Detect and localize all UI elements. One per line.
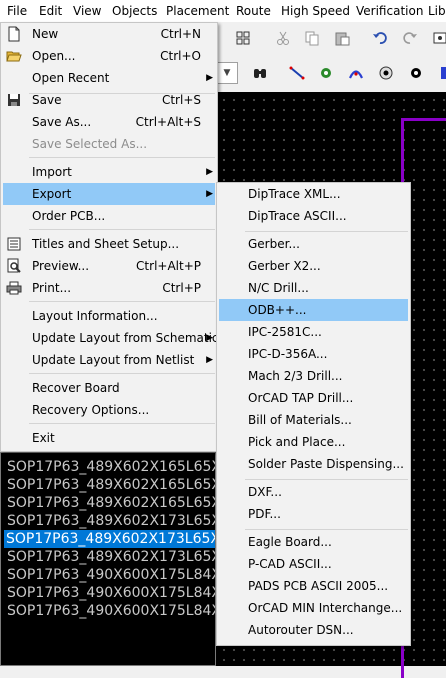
- export-item-ipc-d-356a[interactable]: IPC-D-356A...: [219, 343, 408, 365]
- menu-edit[interactable]: Edit: [39, 3, 62, 19]
- route-line-icon[interactable]: [286, 62, 308, 84]
- export-item-gerber-x2[interactable]: Gerber X2...: [219, 255, 408, 277]
- menu-separator: [29, 157, 215, 158]
- menu-item-print[interactable]: Print... Ctrl+P: [3, 277, 215, 299]
- export-submenu: DipTrace XML... DipTrace ASCII... Gerber…: [216, 182, 411, 646]
- menu-view[interactable]: View: [73, 3, 101, 19]
- list-item[interactable]: SOP17P63_489X602X165L65X2: [5, 458, 215, 476]
- redo-icon[interactable]: [399, 27, 421, 49]
- export-item-pcad-ascii[interactable]: P-CAD ASCII...: [219, 553, 408, 575]
- zoom-combo-dropdown[interactable]: ▼: [216, 62, 238, 84]
- export-item-diptrace-xml[interactable]: DipTrace XML...: [219, 183, 408, 205]
- export-item-orcad-min[interactable]: OrCAD MIN Interchange...: [219, 597, 408, 619]
- paste-icon[interactable]: [331, 27, 353, 49]
- print-preview-icon: [7, 258, 21, 273]
- settings-icon[interactable]: [429, 27, 446, 49]
- chevron-down-icon: ▼: [223, 68, 231, 78]
- menu-file[interactable]: File: [7, 3, 27, 19]
- menu-item-recovery-options[interactable]: Recovery Options...: [3, 399, 215, 421]
- menu-item-update-from-schematic[interactable]: Update Layout from Schematic ▶: [3, 327, 219, 349]
- menu-separator: [29, 229, 215, 230]
- list-item[interactable]: SOP17P63_489X602X165L65X2: [5, 494, 215, 512]
- menu-item-open-recent[interactable]: Open Recent ▶: [3, 67, 215, 89]
- export-item-odb[interactable]: ODB++...: [219, 299, 408, 321]
- menu-objects[interactable]: Objects: [112, 3, 157, 19]
- menu-item-recover-board[interactable]: Recover Board: [3, 377, 215, 399]
- toolbar: [216, 22, 446, 93]
- list-item[interactable]: SOP17P63_490X600X175L84X2: [5, 566, 215, 584]
- menu-library[interactable]: Lib: [428, 3, 446, 19]
- menu-separator: [29, 301, 215, 302]
- menu-item-titles-sheet-setup[interactable]: Titles and Sheet Setup...: [3, 233, 215, 255]
- file-menu: New Ctrl+N Open... Ctrl+O Open Recent ▶ …: [0, 22, 219, 452]
- menu-separator: [29, 373, 215, 374]
- export-item-dxf[interactable]: DXF...: [219, 481, 408, 503]
- menu-item-save-as[interactable]: Save As... Ctrl+Alt+S: [3, 111, 215, 133]
- list-item-selected[interactable]: SOP17P63_489X602X173L65X2: [4, 530, 215, 548]
- arc-icon[interactable]: [345, 62, 367, 84]
- menu-item-new[interactable]: New Ctrl+N: [3, 23, 215, 45]
- menu-bar: File Edit View Objects Placement Route H…: [0, 0, 446, 23]
- menu-separator: [245, 529, 408, 530]
- export-item-diptrace-ascii[interactable]: DipTrace ASCII...: [219, 205, 408, 227]
- menu-item-layout-information[interactable]: Layout Information...: [3, 305, 215, 327]
- menu-item-update-from-netlist[interactable]: Update Layout from Netlist ▶: [3, 349, 215, 371]
- grid-view-icon[interactable]: [232, 27, 254, 49]
- menu-route[interactable]: Route: [236, 3, 271, 19]
- export-item-nc-drill[interactable]: N/C Drill...: [219, 277, 408, 299]
- export-item-eagle-board[interactable]: Eagle Board...: [219, 531, 408, 553]
- menu-verification[interactable]: Verification: [356, 3, 423, 19]
- menu-item-order-pcb[interactable]: Order PCB...: [3, 205, 215, 227]
- menu-item-save[interactable]: Save Ctrl+S: [3, 89, 215, 111]
- export-item-orcad-tap-drill[interactable]: OrCAD TAP Drill...: [219, 387, 408, 409]
- submenu-arrow-icon: ▶: [206, 189, 213, 199]
- export-item-pdf[interactable]: PDF...: [219, 503, 408, 525]
- menu-separator: [245, 231, 408, 232]
- menu-item-preview[interactable]: Preview... Ctrl+Alt+P: [3, 255, 215, 277]
- copy-icon[interactable]: [301, 27, 323, 49]
- export-item-bill-of-materials[interactable]: Bill of Materials...: [219, 409, 408, 431]
- export-item-ipc-2581c[interactable]: IPC-2581C...: [219, 321, 408, 343]
- submenu-arrow-icon: ▶: [206, 167, 213, 177]
- list-item[interactable]: SOP17P63_490X600X175L84X2: [5, 602, 215, 620]
- list-item[interactable]: SOP17P63_490X600X175L84X2: [5, 584, 215, 602]
- export-item-pick-and-place[interactable]: Pick and Place...: [219, 431, 408, 453]
- menu-item-import[interactable]: Import ▶: [3, 161, 215, 183]
- submenu-arrow-icon: ▶: [206, 333, 213, 343]
- pattern-list[interactable]: SOP17P63_489X602X165L65X2 SOP17P63_489X6…: [0, 452, 216, 666]
- menu-item-exit[interactable]: Exit: [3, 427, 215, 449]
- undo-icon[interactable]: [369, 27, 391, 49]
- submenu-arrow-icon: ▶: [206, 355, 213, 365]
- menu-placement[interactable]: Placement: [166, 3, 229, 19]
- via-icon[interactable]: [315, 62, 337, 84]
- list-item[interactable]: SOP17P63_489X602X173L65X2: [5, 548, 215, 566]
- menu-item-open[interactable]: Open... Ctrl+O: [3, 45, 215, 67]
- printer-icon: [6, 281, 22, 295]
- pin-icon[interactable]: [405, 62, 427, 84]
- submenu-arrow-icon: ▶: [206, 73, 213, 83]
- menu-separator: [29, 423, 215, 424]
- save-disk-icon: [8, 94, 20, 106]
- sheet-setup-icon: [7, 237, 21, 251]
- pad-icon[interactable]: [375, 62, 397, 84]
- export-item-solder-paste[interactable]: Solder Paste Dispensing...: [219, 453, 408, 475]
- menu-item-export[interactable]: Export ▶: [3, 183, 215, 205]
- menu-separator: [245, 479, 408, 480]
- list-item[interactable]: SOP17P63_489X602X173L65X2: [5, 512, 215, 530]
- export-item-mach-drill[interactable]: Mach 2/3 Drill...: [219, 365, 408, 387]
- dimension-icon[interactable]: [434, 62, 446, 84]
- export-item-gerber[interactable]: Gerber...: [219, 233, 408, 255]
- export-item-autorouter-dsn[interactable]: Autorouter DSN...: [219, 619, 408, 641]
- list-item[interactable]: SOP17P63_489X602X165L65X2: [5, 476, 215, 494]
- new-file-icon: [8, 26, 20, 42]
- menu-item-save-selected-as: Save Selected As...: [32, 137, 148, 151]
- menu-high-speed[interactable]: High Speed: [281, 3, 350, 19]
- cut-icon[interactable]: [272, 27, 294, 49]
- open-folder-icon: [6, 51, 22, 62]
- export-item-pads-pcb-ascii[interactable]: PADS PCB ASCII 2005...: [219, 575, 408, 597]
- binoculars-icon[interactable]: [249, 62, 271, 84]
